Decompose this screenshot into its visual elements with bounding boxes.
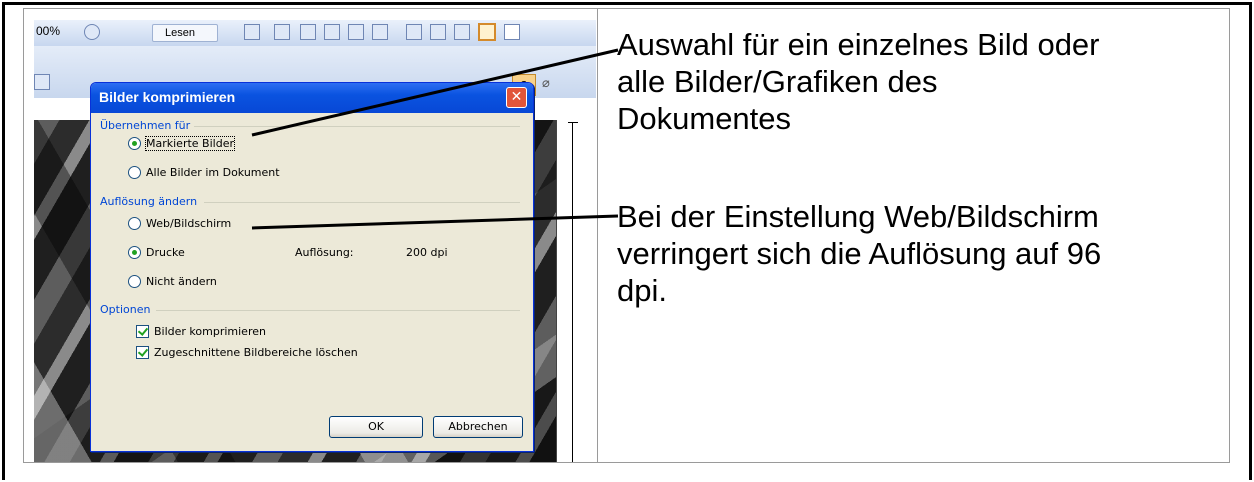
callout-line: alle Bilder/Grafiken des: [617, 64, 938, 99]
callout-line: verringert sich die Auflösung auf 96: [617, 236, 1102, 271]
callout-first: Auswahl für ein einzelnes Bild oder alle…: [617, 26, 1100, 137]
callout-second: Bei der Einstellung Web/Bildschirm verri…: [617, 198, 1101, 309]
callout-line: dpi.: [617, 273, 667, 308]
callout-line: Bei der Einstellung Web/Bildschirm: [617, 199, 1099, 234]
callout-line-2: [251, 214, 619, 230]
callout-line: Auswahl für ein einzelnes Bild oder: [617, 27, 1100, 62]
callout-line-1: [251, 48, 619, 137]
callout-line: Dokumentes: [617, 101, 792, 136]
